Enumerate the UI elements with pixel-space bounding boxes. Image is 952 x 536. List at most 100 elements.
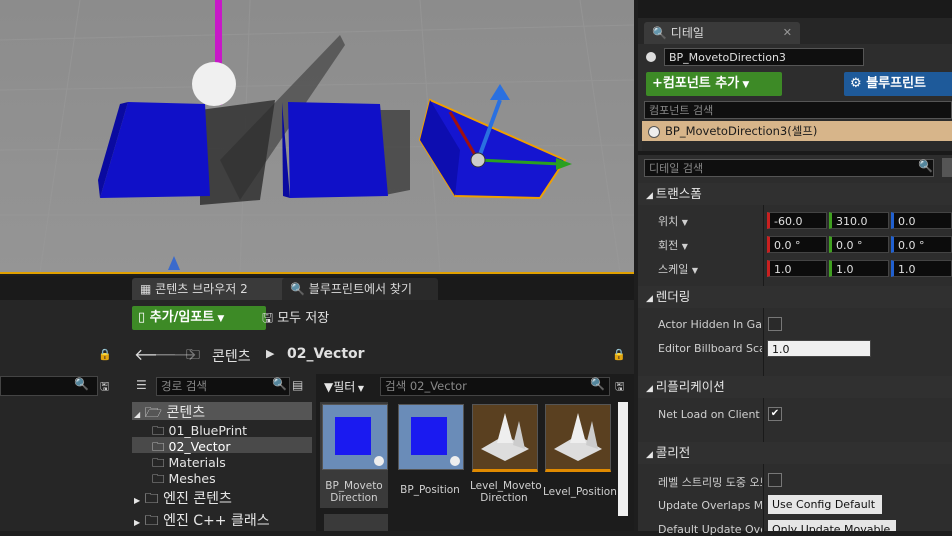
folder-icon: 🗀	[152, 455, 165, 470]
update-overlaps-dropdown[interactable]: Use Config Default ▼	[768, 495, 882, 530]
tab-content-browser[interactable]: ▦ 콘텐츠 브라우저 2	[132, 278, 288, 300]
content-browser-panel: ▦ 콘텐츠 브라우저 2 🔍 블루프린트에서 찾기 ▯ 추가/임포트 ▼ 🖫 모…	[0, 276, 634, 531]
asset-tile[interactable]: BP_Position	[396, 402, 464, 508]
plus-icon: +	[652, 76, 663, 91]
tree-item-label: 엔진 콘텐츠	[163, 491, 232, 507]
lock-icon-right[interactable]: 🔒	[612, 348, 626, 361]
transform-section-header[interactable]: ◢ 트랜스폼	[638, 183, 952, 205]
breadcrumb-folder[interactable]: 02_Vector	[287, 346, 365, 362]
asset-tile-partial[interactable]	[324, 514, 388, 531]
rendering-section-header[interactable]: ◢ 렌더링	[638, 286, 952, 308]
collapse-arrow-icon: ◢	[646, 384, 656, 394]
chevron-down-icon: ▼	[355, 384, 365, 393]
location-x[interactable]: -60.0	[767, 212, 827, 229]
tab-find-label: 블루프린트에서 찾기	[308, 282, 412, 296]
blueprint-thumbnail	[322, 404, 388, 470]
gear-icon: ⚙	[850, 76, 862, 91]
collision-section-header[interactable]: ◢ 콜리전	[638, 442, 952, 464]
path-search-input[interactable]: 경로 검색	[156, 377, 290, 396]
detail-search-input[interactable]: 디테일 검색	[644, 159, 934, 177]
blueprint-thumbnail	[398, 404, 464, 470]
asset-label: Level_Position	[543, 486, 617, 498]
tree-item-label: Meshes	[168, 471, 216, 486]
filter-button[interactable]: ▼필터 ▼	[324, 378, 364, 395]
tree-item[interactable]: ▶ 🗀 엔진 C++ 클래스	[134, 510, 270, 534]
add-import-button[interactable]: ▯ 추가/임포트 ▼	[132, 306, 266, 330]
viewport-scene	[0, 0, 634, 272]
tree-item-label: 02_Vector	[168, 439, 231, 454]
asset-label: BP_Position	[400, 484, 460, 496]
chevron-down-icon: ▼	[739, 80, 750, 90]
lock-icon[interactable]: 🔒	[98, 348, 112, 361]
scale-y[interactable]: 1.0	[829, 260, 889, 277]
folder-icon: 🗀	[152, 439, 165, 454]
scrollbar[interactable]	[618, 402, 628, 516]
folder-icon: 🗀	[186, 347, 200, 363]
folder-tree: ◢ 🗁 콘텐츠 🗀 01_BluePrint 🗀 02_Vector 🗀 Mat…	[132, 402, 312, 532]
net-load-label: Net Load on Client	[658, 408, 760, 421]
asset-label: Level_Moveto Direction	[470, 480, 542, 504]
scale-x[interactable]: 1.0	[767, 260, 827, 277]
tab-details[interactable]: 🔍 디테일 ✕	[644, 22, 800, 44]
replication-header-label: 리플리케이션	[655, 379, 725, 394]
level-icon	[554, 413, 602, 461]
tab-find-in-blueprints[interactable]: 🔍 블루프린트에서 찾기	[282, 278, 438, 300]
collapse-arrow-icon: ◢	[646, 294, 656, 304]
level-icon	[481, 413, 529, 461]
asset-tile[interactable]: BP_Moveto Direction	[320, 402, 388, 508]
close-icon[interactable]: ✕	[783, 22, 792, 44]
transform-header-label: 트랜스폼	[655, 186, 702, 201]
splitter[interactable]	[638, 151, 952, 155]
save-search-icon[interactable]: 🖫	[615, 378, 624, 397]
net-load-checkbox[interactable]: ✔	[768, 407, 782, 421]
folder-icon: 🗀	[144, 513, 159, 529]
rotation-label[interactable]: 회전 ▼	[658, 237, 688, 253]
sphere-icon	[648, 125, 660, 138]
save-search-icon[interactable]: 🖫	[100, 378, 109, 397]
replication-section-header[interactable]: ◢ 리플리케이션	[638, 376, 952, 398]
actor-name-field[interactable]: BP_MovetoDirection3	[664, 48, 864, 66]
asset-tile[interactable]: Level_Moveto Direction	[470, 402, 542, 508]
new-file-icon: ▯	[138, 310, 146, 325]
scale-label[interactable]: 스케일 ▼	[658, 261, 698, 277]
level-streaming-checkbox[interactable]	[768, 473, 782, 487]
breadcrumb-root[interactable]: 콘텐츠	[212, 346, 251, 366]
tree-item[interactable]: ▶ 🗀 엔진 콘텐츠	[134, 488, 232, 512]
asset-search-input[interactable]: 검색 02_Vector	[380, 377, 610, 396]
component-search-input[interactable]: 컴포넌트 검색	[644, 101, 952, 119]
blueprint-label: 블루프린트	[866, 76, 926, 91]
level-streaming-label: 레벨 스트리밍 도중 오브	[658, 476, 762, 489]
component-self-row[interactable]: BP_MovetoDirection3(셀프)	[642, 121, 952, 141]
default-update-dropdown[interactable]: Only Update Movable	[768, 520, 896, 531]
scale-z[interactable]: 1.0	[891, 260, 952, 277]
actor-hidden-checkbox[interactable]	[768, 317, 782, 331]
tree-item-label: 콘텐츠	[166, 405, 206, 421]
collision-header-label: 콜리전	[655, 445, 691, 460]
actor-hidden-label: Actor Hidden In Game	[658, 318, 762, 331]
collapse-arrow-icon: ◢	[646, 450, 656, 460]
rotation-z[interactable]: 0.0 °	[891, 236, 952, 253]
blueprint-button[interactable]: ⚙ 블루프린트	[844, 72, 952, 96]
billboard-scale-label: Editor Billboard Scale	[658, 342, 762, 355]
location-y[interactable]: 310.0	[829, 212, 889, 229]
add-component-button[interactable]: +컴포넌트 추가 ▼	[646, 72, 782, 96]
search-icon: 🔍	[652, 26, 667, 40]
tree-options-icon[interactable]: ☰	[136, 378, 147, 392]
level-thumbnail	[472, 404, 538, 472]
location-label[interactable]: 위치 ▼	[658, 213, 688, 229]
location-z[interactable]: 0.0	[891, 212, 952, 229]
cube-2	[288, 102, 388, 198]
asset-tile[interactable]: Level_Position	[543, 402, 617, 508]
grid-icon: ▦	[140, 282, 152, 296]
save-all-button[interactable]: 🖫 모두 저장	[262, 308, 329, 330]
billboard-scale-field[interactable]: 1.0	[767, 340, 871, 357]
list-toggle-icon[interactable]: ▤	[292, 378, 303, 392]
location-label-text: 위치	[658, 215, 679, 228]
view-options-icon[interactable]	[942, 158, 952, 177]
actor-icon	[646, 52, 656, 62]
rendering-header-label: 렌더링	[655, 289, 691, 304]
rotation-y[interactable]: 0.0 °	[829, 236, 889, 253]
sphere-icon	[374, 456, 384, 466]
rotation-x[interactable]: 0.0 °	[767, 236, 827, 253]
level-viewport[interactable]	[0, 0, 634, 274]
